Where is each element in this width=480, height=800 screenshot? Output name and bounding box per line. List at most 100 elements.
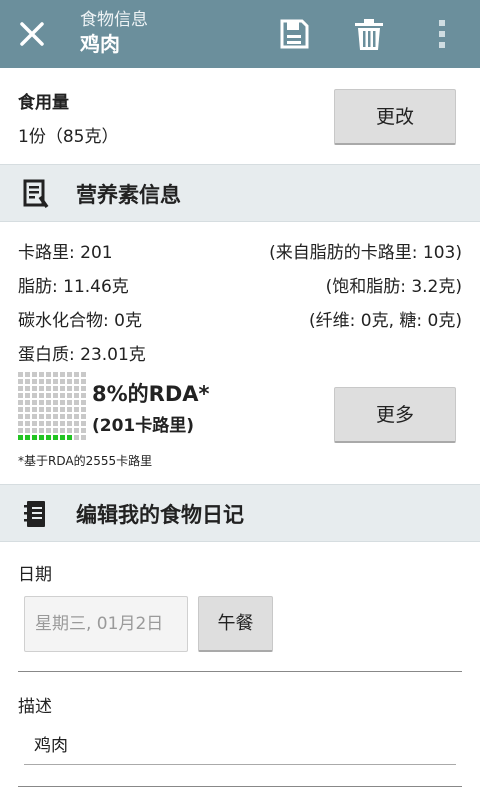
rda-grid-cell <box>46 386 51 391</box>
rda-grid-cell <box>39 428 44 433</box>
date-field[interactable]: 星期三, 01月2日 <box>24 596 188 652</box>
rda-calories: (201卡路里) <box>92 416 195 436</box>
rda-grid-cell <box>18 414 23 419</box>
rda-percent: 8%的RDA* <box>92 382 210 406</box>
rda-grid-cell <box>18 379 23 384</box>
protein-value: 蛋白质: 23.01克 <box>18 345 146 365</box>
rda-grid-cell <box>53 400 58 405</box>
rda-grid-cell <box>81 435 86 440</box>
rda-grid-cell <box>81 407 86 412</box>
rda-grid-cell <box>60 435 65 440</box>
description-input[interactable]: 鸡肉 <box>24 730 456 764</box>
rda-grid-cell <box>60 379 65 384</box>
rda-grid-cell <box>18 407 23 412</box>
rda-grid-cell <box>39 386 44 391</box>
rda-grid-cell <box>25 407 30 412</box>
date-label: 日期 <box>18 565 52 585</box>
rda-grid-cell <box>18 372 23 377</box>
rda-grid-cell <box>81 379 86 384</box>
rda-grid-cell <box>53 421 58 426</box>
rda-grid-cell <box>53 428 58 433</box>
rda-grid-cell <box>74 386 79 391</box>
rda-grid-cell <box>81 421 86 426</box>
rda-grid-cell <box>60 372 65 377</box>
rda-grid-cell <box>74 379 79 384</box>
save-icon[interactable] <box>274 14 314 54</box>
rda-grid-cell <box>67 428 72 433</box>
rda-progress-grid <box>18 372 86 444</box>
rda-grid-cell <box>18 421 23 426</box>
rda-grid-cell <box>74 414 79 419</box>
rda-grid-cell <box>18 428 23 433</box>
close-icon[interactable] <box>14 16 50 52</box>
rda-grid-cell <box>60 421 65 426</box>
rda-grid-cell <box>81 414 86 419</box>
rda-grid-cell <box>46 435 51 440</box>
fat-value: 脂肪: 11.46克 <box>18 277 129 297</box>
saturated-fat-value: (饱和脂肪: 3.2克) <box>325 277 462 297</box>
rda-grid-cell <box>67 407 72 412</box>
carbs-value: 碳水化合物: 0克 <box>18 311 142 331</box>
divider <box>18 786 462 787</box>
rda-grid-cell <box>39 372 44 377</box>
screen-subtitle: 食物信息 <box>80 10 148 30</box>
rda-grid-cell <box>67 435 72 440</box>
rda-grid-cell <box>32 435 37 440</box>
meal-button[interactable]: 午餐 <box>198 596 273 652</box>
rda-grid-cell <box>25 393 30 398</box>
rda-grid-cell <box>39 421 44 426</box>
calories-value: 卡路里: 201 <box>18 243 113 263</box>
rda-grid-cell <box>53 393 58 398</box>
rda-grid-cell <box>67 400 72 405</box>
trash-icon[interactable] <box>349 14 389 54</box>
rda-grid-cell <box>39 407 44 412</box>
rda-grid-cell <box>74 421 79 426</box>
rda-grid-cell <box>60 414 65 419</box>
rda-grid-cell <box>81 372 86 377</box>
nutrition-row: 蛋白质: 23.01克 <box>18 340 462 366</box>
rda-grid-cell <box>25 414 30 419</box>
app-bar: 食物信息 鸡肉 <box>0 0 480 68</box>
rda-grid-cell <box>32 428 37 433</box>
rda-grid-cell <box>74 435 79 440</box>
nutrition-row: 脂肪: 11.46克 (饱和脂肪: 3.2克) <box>18 272 462 298</box>
rda-grid-cell <box>25 372 30 377</box>
rda-grid-cell <box>25 421 30 426</box>
rda-grid-cell <box>25 428 30 433</box>
rda-grid-cell <box>32 421 37 426</box>
rda-grid-cell <box>53 372 58 377</box>
rda-grid-cell <box>60 393 65 398</box>
overflow-menu-icon[interactable] <box>432 14 452 54</box>
rda-grid-cell <box>25 386 30 391</box>
rda-grid-cell <box>18 400 23 405</box>
rda-grid-cell <box>67 379 72 384</box>
rda-grid-cell <box>81 386 86 391</box>
rda-grid-cell <box>18 393 23 398</box>
screen-title: 鸡肉 <box>80 32 120 56</box>
rda-grid-cell <box>67 386 72 391</box>
more-button[interactable]: 更多 <box>334 387 456 443</box>
nutrition-section-header: 营养素信息 <box>0 164 480 222</box>
rda-grid-cell <box>46 393 51 398</box>
calories-from-fat-value: (来自脂肪的卡路里: 103) <box>269 243 462 263</box>
nutrition-label-icon <box>23 179 49 209</box>
rda-grid-cell <box>46 421 51 426</box>
rda-grid-cell <box>74 393 79 398</box>
rda-grid-cell <box>74 428 79 433</box>
rda-footnote: *基于RDA的2555卡路里 <box>18 454 153 468</box>
rda-grid-cell <box>25 379 30 384</box>
rda-grid-cell <box>53 386 58 391</box>
nutrition-section-title: 营养素信息 <box>76 183 181 207</box>
rda-grid-cell <box>46 428 51 433</box>
rda-grid-cell <box>32 400 37 405</box>
title-block: 食物信息 鸡肉 <box>80 9 148 57</box>
rda-grid-cell <box>46 379 51 384</box>
rda-grid-cell <box>46 372 51 377</box>
rda-grid-cell <box>39 435 44 440</box>
fiber-sugar-value: (纤维: 0克, 糖: 0克) <box>309 311 462 331</box>
rda-grid-cell <box>39 379 44 384</box>
change-serving-button[interactable]: 更改 <box>334 89 456 145</box>
rda-grid-cell <box>39 414 44 419</box>
rda-grid-cell <box>67 421 72 426</box>
rda-grid-cell <box>81 393 86 398</box>
